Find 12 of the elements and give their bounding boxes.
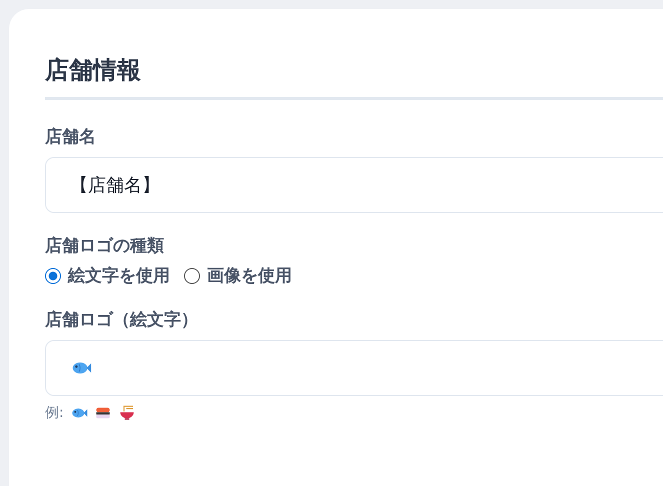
field-label: 店舗ロゴ（絵文字）: [45, 309, 199, 331]
bowl-icon: [118, 404, 136, 422]
section-title: 店舗情報: [45, 55, 142, 85]
input-field[interactable]: [45, 340, 663, 396]
radio-label: 画像を使用: [207, 265, 292, 287]
field-label: 店舗ロゴの種類: [45, 235, 165, 257]
field-label: 店舗名: [45, 126, 97, 148]
radio-button[interactable]: [45, 268, 61, 284]
radio-label: 絵文字を使用: [68, 265, 170, 287]
radio-button[interactable]: [184, 268, 200, 284]
input-field[interactable]: 【店舗名】: [45, 157, 663, 213]
hint-text: 例:: [45, 404, 64, 422]
